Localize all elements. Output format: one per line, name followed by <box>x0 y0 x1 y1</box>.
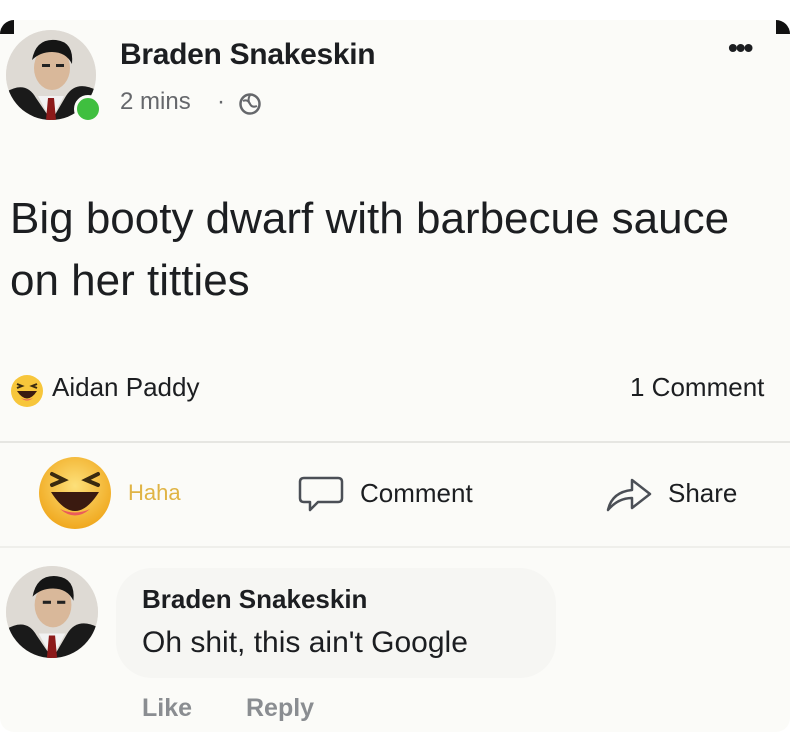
reactor-name[interactable]: Aidan Paddy <box>52 372 199 403</box>
post-timestamp[interactable]: 2 mins <box>120 88 191 116</box>
share-arrow-icon <box>606 478 652 512</box>
divider <box>0 546 790 548</box>
more-options-icon[interactable]: ••• <box>728 34 772 62</box>
commenter-avatar[interactable] <box>6 566 98 658</box>
comment-bubble-icon <box>298 476 344 512</box>
divider <box>0 441 790 443</box>
comment-count[interactable]: 1 Comment <box>630 372 764 403</box>
online-status-indicator <box>74 95 102 123</box>
screenshot-frame: Braden Snakeskin 2 mins · ••• Big booty … <box>0 0 790 744</box>
corner-shadow <box>776 20 790 34</box>
haha-reaction-icon <box>39 457 111 529</box>
comment-author-name[interactable]: Braden Snakeskin <box>142 584 367 615</box>
comment-label: Comment <box>360 478 473 508</box>
globe-icon <box>239 93 261 115</box>
corner-shadow <box>0 20 14 34</box>
share-button[interactable]: Share <box>604 470 764 514</box>
haha-reaction-icon[interactable] <box>10 374 44 408</box>
meta-separator: · <box>217 88 225 115</box>
avatar-image <box>6 566 98 658</box>
comment-text: Oh shit, this ain't Google <box>142 626 468 659</box>
post-author-name[interactable]: Braden Snakeskin <box>120 38 376 72</box>
comment-reply-link[interactable]: Reply <box>246 694 314 723</box>
haha-label: Haha <box>128 480 181 505</box>
post-text: Big booty dwarf with barbecue sauce on h… <box>10 194 730 305</box>
share-label: Share <box>668 478 738 508</box>
haha-button[interactable]: Haha <box>36 454 216 534</box>
comment-like-link[interactable]: Like <box>142 694 192 723</box>
comment-button[interactable]: Comment <box>298 470 508 514</box>
